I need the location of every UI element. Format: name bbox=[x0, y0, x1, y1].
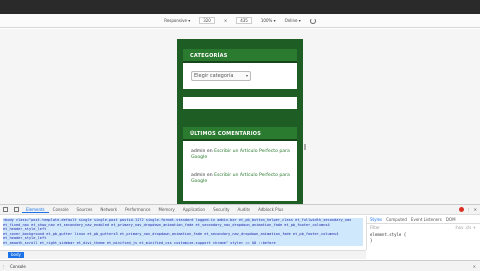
breadcrumb-body[interactable]: body bbox=[8, 252, 24, 258]
categories-widget: Elegir categoría ▾ bbox=[183, 63, 297, 89]
top-gap bbox=[183, 39, 297, 49]
styles-tabs: Styles Computed Event Listeners DOM bbox=[367, 216, 480, 224]
close-icon[interactable]: ✕ bbox=[473, 264, 476, 269]
dom-line[interactable]: et_cover_background et_pb_gutter linux e… bbox=[3, 231, 363, 241]
tab-application[interactable]: Application bbox=[179, 207, 209, 212]
page-viewport: CATEGORÍAS Elegir categoría ▾ ÚLTIMOS CO… bbox=[0, 29, 480, 204]
mobile-frame: CATEGORÍAS Elegir categoría ▾ ÚLTIMOS CO… bbox=[177, 39, 303, 204]
height-input[interactable]: 435 bbox=[236, 17, 252, 24]
tab-computed[interactable]: Computed bbox=[386, 217, 407, 222]
tab-styles[interactable]: Styles bbox=[370, 217, 382, 222]
elements-tree[interactable]: <body class="post-template-default singl… bbox=[0, 216, 366, 250]
console-drawer: ⋮ Console ✕ bbox=[0, 260, 480, 271]
device-toolbar: Responsive 320 × 435 100% Online bbox=[0, 14, 480, 28]
empty-widget bbox=[183, 97, 297, 109]
filter-flags[interactable]: :hov .cls + bbox=[455, 224, 476, 232]
close-icon[interactable]: ✕ bbox=[474, 207, 477, 212]
devtools-tabs: Elements Console Sources Network Perform… bbox=[0, 205, 480, 215]
widget-gap bbox=[183, 109, 297, 127]
tab-console[interactable]: Console bbox=[49, 207, 73, 212]
width-input[interactable]: 320 bbox=[199, 17, 215, 24]
tab-event-listeners[interactable]: Event Listeners bbox=[411, 217, 442, 222]
devtools-panel: Elements Console Sources Network Perform… bbox=[0, 204, 480, 271]
tab-security[interactable]: Security bbox=[209, 207, 233, 212]
rotate-icon[interactable] bbox=[309, 17, 316, 24]
comment-author: admin bbox=[191, 173, 206, 178]
filter-input[interactable]: Filter bbox=[370, 224, 380, 232]
tab-performance[interactable]: Performance bbox=[121, 207, 154, 212]
console-drawer-tab[interactable]: Console bbox=[7, 264, 29, 269]
comment-item: admin en Escribir un Artículo Perfecto p… bbox=[191, 173, 290, 185]
dom-line[interactable]: et_fixed_nav et_show_nav et_secondary_na… bbox=[3, 222, 363, 232]
error-badge-icon[interactable] bbox=[458, 207, 464, 212]
dom-line[interactable]: <body class="post-template-default singl… bbox=[3, 218, 363, 223]
category-select-value: Elegir categoría bbox=[194, 73, 234, 79]
dimension-separator: × bbox=[223, 18, 228, 23]
comment-author: admin bbox=[191, 149, 206, 154]
dom-line[interactable]: et_smooth_scroll et_right_sidebar et_div… bbox=[3, 240, 363, 246]
resize-handle[interactable] bbox=[304, 144, 306, 150]
comment-sep: en bbox=[205, 173, 215, 178]
device-select[interactable]: Responsive bbox=[164, 18, 190, 23]
categories-heading: CATEGORÍAS bbox=[183, 49, 297, 63]
chevron-down-icon: ▾ bbox=[245, 73, 248, 78]
widget-gap bbox=[183, 89, 297, 97]
breadcrumb: body bbox=[0, 250, 366, 259]
menu-icon[interactable]: ⋮ bbox=[0, 264, 7, 269]
comments-widget: admin en Escribir un Artículo Perfecto p… bbox=[183, 141, 297, 201]
element-style-close: } bbox=[370, 238, 373, 243]
tab-network[interactable]: Network bbox=[96, 207, 121, 212]
device-icon[interactable] bbox=[14, 207, 19, 212]
comments-heading: ÚLTIMOS COMENTARIOS bbox=[183, 127, 297, 141]
comment-item: admin en Escribir un Artículo Perfecto p… bbox=[191, 149, 290, 161]
tab-audits[interactable]: Audits bbox=[234, 207, 255, 212]
styles-pane: Styles Computed Event Listeners DOM Filt… bbox=[366, 216, 480, 250]
tab-memory[interactable]: Memory bbox=[154, 207, 178, 212]
inspect-icon[interactable] bbox=[3, 207, 8, 212]
tab-dom[interactable]: DOM bbox=[446, 217, 456, 222]
tab-elements[interactable]: Elements bbox=[22, 207, 49, 213]
browser-top-bar bbox=[0, 0, 480, 14]
category-select[interactable]: Elegir categoría ▾ bbox=[191, 71, 251, 81]
more-icon[interactable]: ⋮ bbox=[467, 207, 471, 212]
comment-sep: en bbox=[205, 149, 215, 154]
zoom-select[interactable]: 100% bbox=[261, 18, 276, 23]
tab-adblock[interactable]: Adblock Plus bbox=[254, 207, 287, 212]
throttle-select[interactable]: Online bbox=[285, 18, 301, 23]
styles-filter[interactable]: Filter :hov .cls + bbox=[367, 224, 480, 232]
tab-sources[interactable]: Sources bbox=[73, 207, 97, 212]
